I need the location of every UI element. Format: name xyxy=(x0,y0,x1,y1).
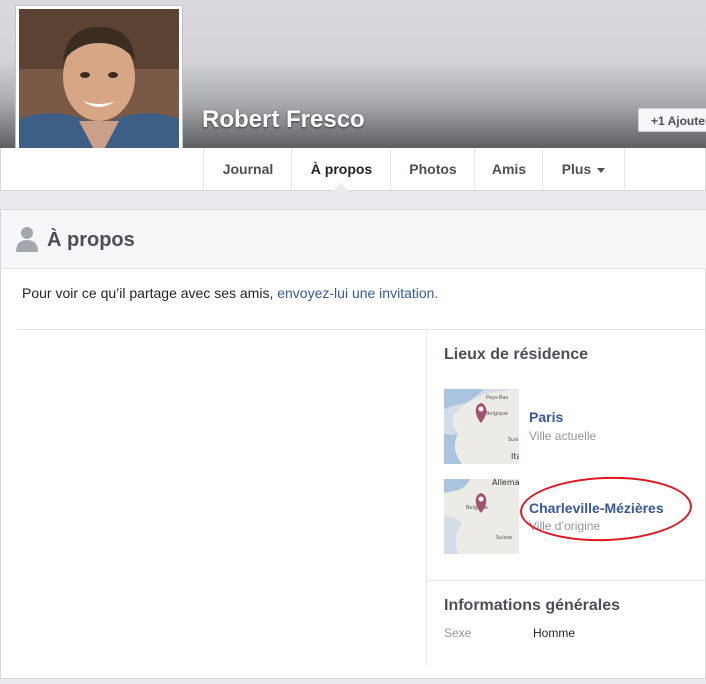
chevron-down-icon xyxy=(597,167,606,173)
active-tab-pointer xyxy=(333,183,349,191)
divider xyxy=(426,580,706,581)
profile-nav: Journal À propos Photos Amis Plus xyxy=(0,148,706,191)
city-type: Ville actuelle xyxy=(529,429,597,443)
about-card: À propos Pour voir ce qu’il partage avec… xyxy=(0,209,706,679)
tab-more[interactable]: Plus xyxy=(542,148,625,190)
map-label: Ita xyxy=(511,452,519,461)
map-label: Suisse xyxy=(496,535,512,541)
map-label: Allema xyxy=(492,479,519,487)
add-friend-icon: +1 xyxy=(651,114,668,128)
annotation-circle xyxy=(518,474,694,544)
send-invitation-link[interactable]: envoyez-lui une invitation. xyxy=(277,285,438,301)
invite-message: Pour voir ce qu’il partage avec ses amis… xyxy=(22,285,439,301)
info-label-gender: Sexe xyxy=(444,626,472,640)
info-value-gender: Homme xyxy=(533,626,576,640)
about-title: À propos xyxy=(47,229,135,251)
map-label: Suis xyxy=(508,437,519,443)
map-label: Belgique xyxy=(486,411,508,417)
places-title: Lieux de résidence xyxy=(444,346,589,363)
tab-photos[interactable]: Photos xyxy=(390,148,475,190)
add-friend-button[interactable]: +1 Ajouter xyxy=(638,108,706,132)
column-divider xyxy=(426,330,427,665)
tab-friends[interactable]: Amis xyxy=(474,148,543,190)
about-header: À propos xyxy=(1,210,706,269)
map-label: Pays-Bas xyxy=(486,395,509,401)
person-icon xyxy=(16,227,38,252)
city-paris[interactable]: Paris xyxy=(529,409,563,425)
charleville-map[interactable]: Allema Belgique Suisse xyxy=(444,479,519,554)
divider xyxy=(17,329,706,330)
general-info-title: Informations générales xyxy=(444,597,621,614)
profile-name[interactable]: Robert Fresco xyxy=(202,106,365,134)
paris-map[interactable]: Pays-Bas Belgique Suis Ita xyxy=(444,389,519,464)
profile-picture[interactable] xyxy=(15,5,183,171)
tab-journal[interactable]: Journal xyxy=(203,148,292,190)
avatar xyxy=(19,9,179,167)
